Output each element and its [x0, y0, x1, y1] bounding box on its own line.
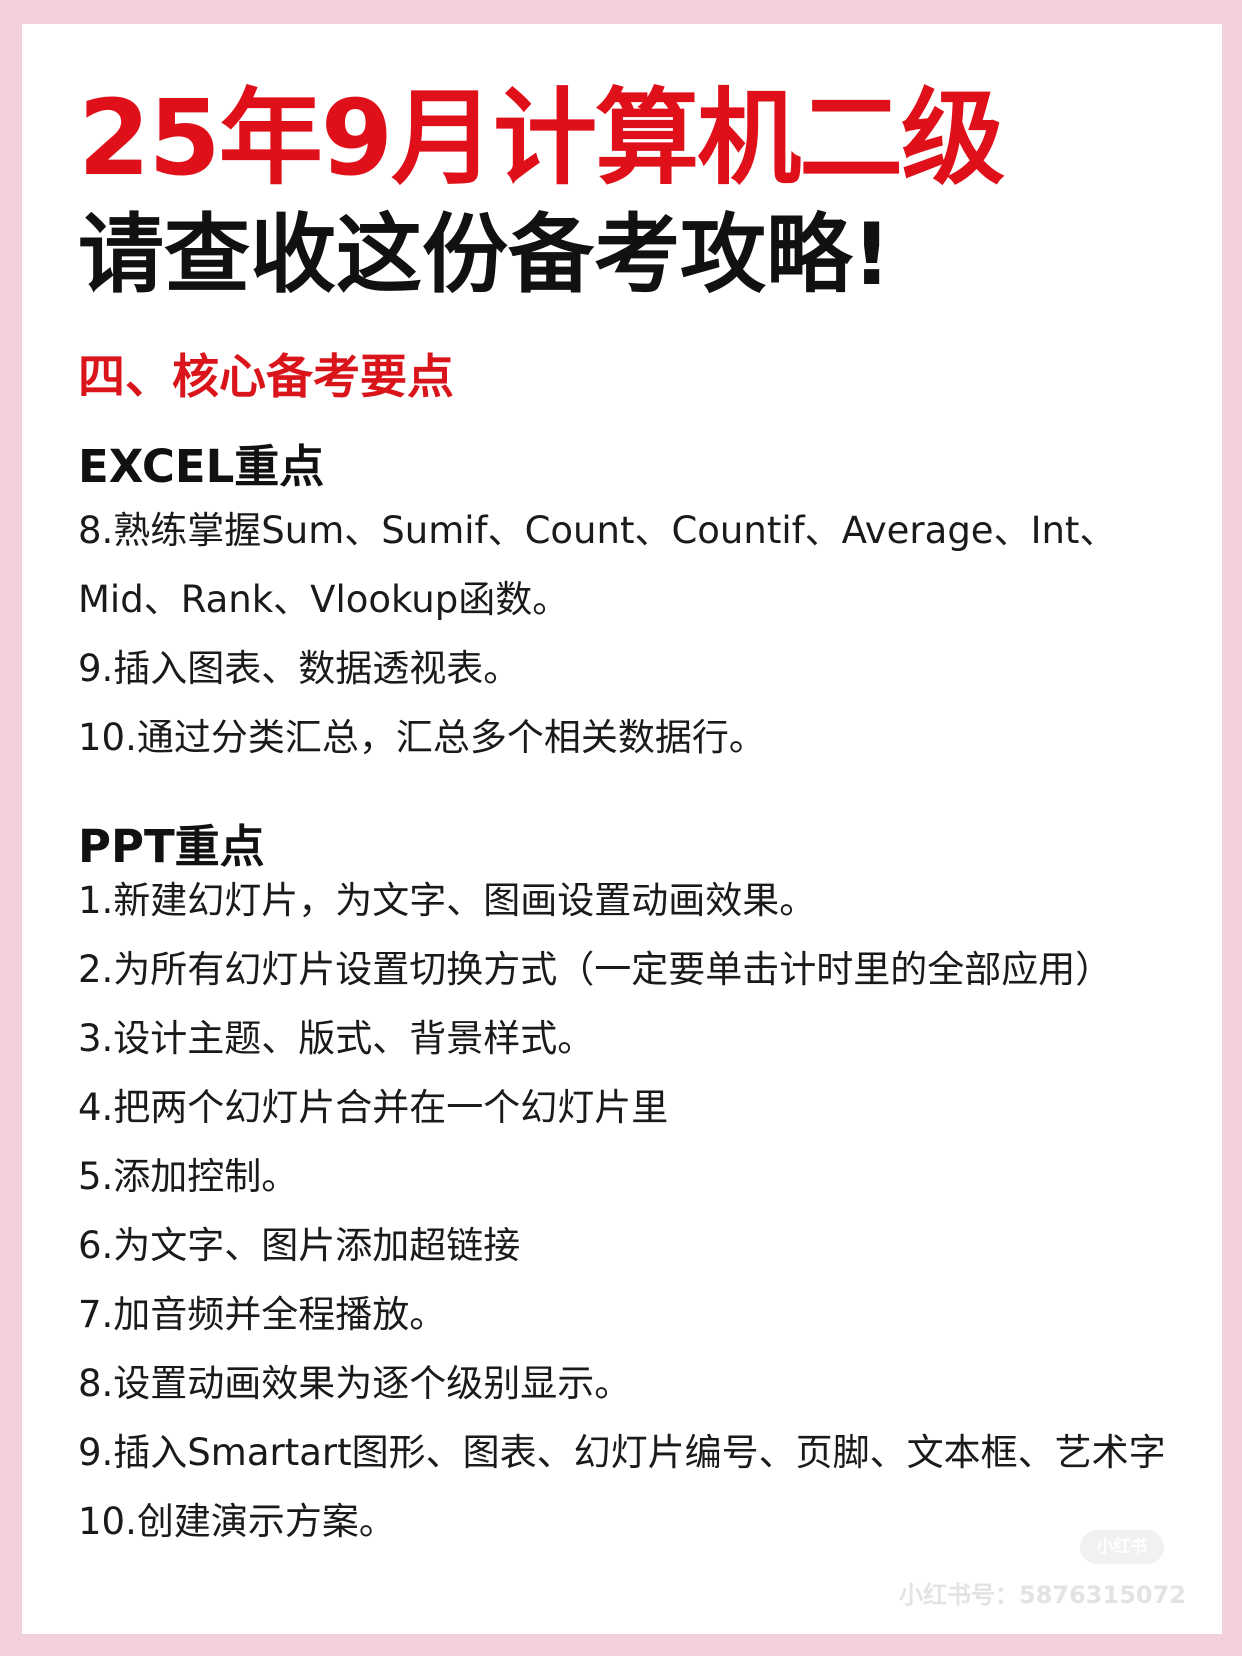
list-item: 10.创建演示方案。 — [78, 1500, 396, 1543]
watermark-text: 小红书号：5876315072 — [899, 1581, 1186, 1609]
excel-list: 8.熟练掌握Sum、Sumif、Count、Countif、Average、In… — [78, 496, 1202, 772]
ppt-list: 1.新建幻灯片，为文字、图画设置动画效果。 2.为所有幻灯片设置切换方式（一定要… — [78, 866, 1202, 1556]
list-item: 1.新建幻灯片，为文字、图画设置动画效果。 — [78, 879, 817, 922]
content-card: 25年9月计算机二级 请查收这份备考攻略! 四、核心备考要点 EXCEL重点 8… — [22, 24, 1222, 1634]
ppt-heading: PPT重点 — [78, 820, 265, 873]
list-item: 3.设计主题、版式、背景样式。 — [78, 1017, 595, 1060]
list-item: 9.插入图表、数据透视表。 — [78, 647, 521, 690]
list-item: 8.设置动画效果为逐个级别显示。 — [78, 1362, 632, 1405]
list-item: 4.把两个幻灯片合并在一个幻灯片里 — [78, 1086, 669, 1129]
list-item: 7.加音频并全程播放。 — [78, 1293, 447, 1336]
list-item: 10.通过分类汇总，汇总多个相关数据行。 — [78, 716, 766, 759]
sub-title: 请查收这份备考攻略! — [78, 205, 892, 305]
list-item: 6.为文字、图片添加超链接 — [78, 1224, 521, 1267]
section-heading: 四、核心备考要点 — [78, 350, 454, 405]
list-item: 2.为所有幻灯片设置切换方式（一定要单击计时里的全部应用） — [78, 948, 1113, 991]
list-item: 8.熟练掌握Sum、Sumif、Count、Countif、Average、In… — [78, 509, 1117, 621]
list-item: 5.添加控制。 — [78, 1155, 299, 1198]
list-item: 9.插入Smartart图形、图表、幻灯片编号、页脚、文本框、艺术字 — [78, 1431, 1166, 1474]
excel-heading: EXCEL重点 — [78, 440, 325, 493]
main-title: 25年9月计算机二级 — [78, 77, 1005, 199]
brand-logo: 小红书 — [1080, 1530, 1164, 1564]
